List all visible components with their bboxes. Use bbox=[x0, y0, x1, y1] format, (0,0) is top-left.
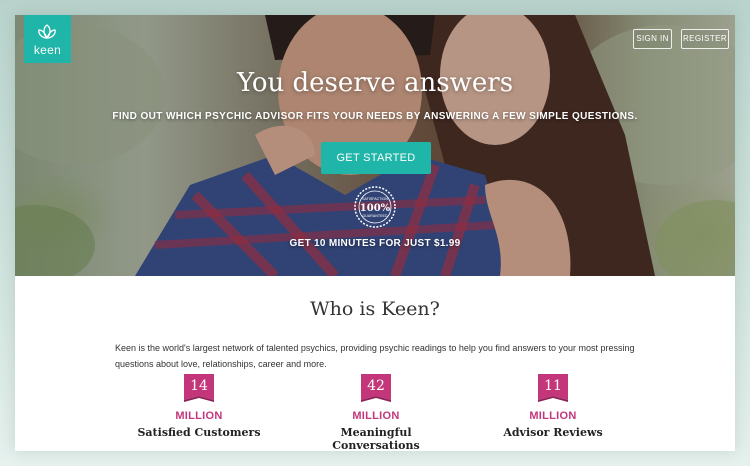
stat-value: 14 bbox=[190, 378, 208, 394]
stat-label: Satisfied Customers bbox=[137, 426, 261, 439]
get-started-button[interactable]: GET STARTED bbox=[321, 142, 431, 174]
section-title: Who is Keen? bbox=[310, 298, 440, 320]
hero-subtitle: FIND OUT WHICH PSYCHIC ADVISOR FITS YOUR… bbox=[112, 111, 638, 122]
stat-customers: 14 MILLION Satisfied Customers bbox=[119, 374, 279, 439]
stat-conversations: 42 MILLION Meaningful Conversations bbox=[296, 374, 456, 451]
seal-bottom-text: GUARANTEED bbox=[363, 214, 388, 218]
stat-badge: 11 bbox=[538, 374, 568, 407]
stat-unit: MILLION bbox=[175, 410, 223, 422]
section-description: Keen is the world's largest network of t… bbox=[115, 343, 635, 369]
stat-unit: MILLION bbox=[529, 410, 577, 422]
stat-badge: 14 bbox=[184, 374, 214, 407]
stat-label: Meaningful Conversations bbox=[332, 426, 420, 451]
satisfaction-guarantee-seal: SATISFACTION 100% GUARANTEED bbox=[354, 186, 396, 228]
stat-label: Advisor Reviews bbox=[503, 426, 603, 439]
stat-value: 11 bbox=[544, 378, 562, 394]
seal-number: 100% bbox=[360, 203, 391, 214]
stat-reviews: 11 MILLION Advisor Reviews bbox=[473, 374, 633, 439]
keen-logo[interactable]: keen bbox=[24, 15, 71, 63]
logo-text: keen bbox=[33, 43, 62, 57]
stat-unit: MILLION bbox=[352, 410, 400, 422]
hero-section: keen SIGN IN REGISTER You deserve answer… bbox=[15, 15, 735, 276]
stat-badge: 42 bbox=[361, 374, 391, 407]
register-button[interactable]: REGISTER bbox=[681, 29, 729, 49]
stat-value: 42 bbox=[367, 378, 385, 394]
page-frame: keen SIGN IN REGISTER You deserve answer… bbox=[15, 15, 735, 451]
seal-top-text: SATISFACTION bbox=[362, 197, 388, 201]
lotus-icon bbox=[38, 24, 56, 39]
sign-in-button[interactable]: SIGN IN bbox=[633, 29, 672, 49]
hero-title: You deserve answers bbox=[236, 68, 514, 98]
about-section: Who is Keen? Keen is the world's largest… bbox=[15, 276, 735, 451]
hero-offer-text: GET 10 MINUTES FOR JUST $1.99 bbox=[289, 238, 461, 249]
